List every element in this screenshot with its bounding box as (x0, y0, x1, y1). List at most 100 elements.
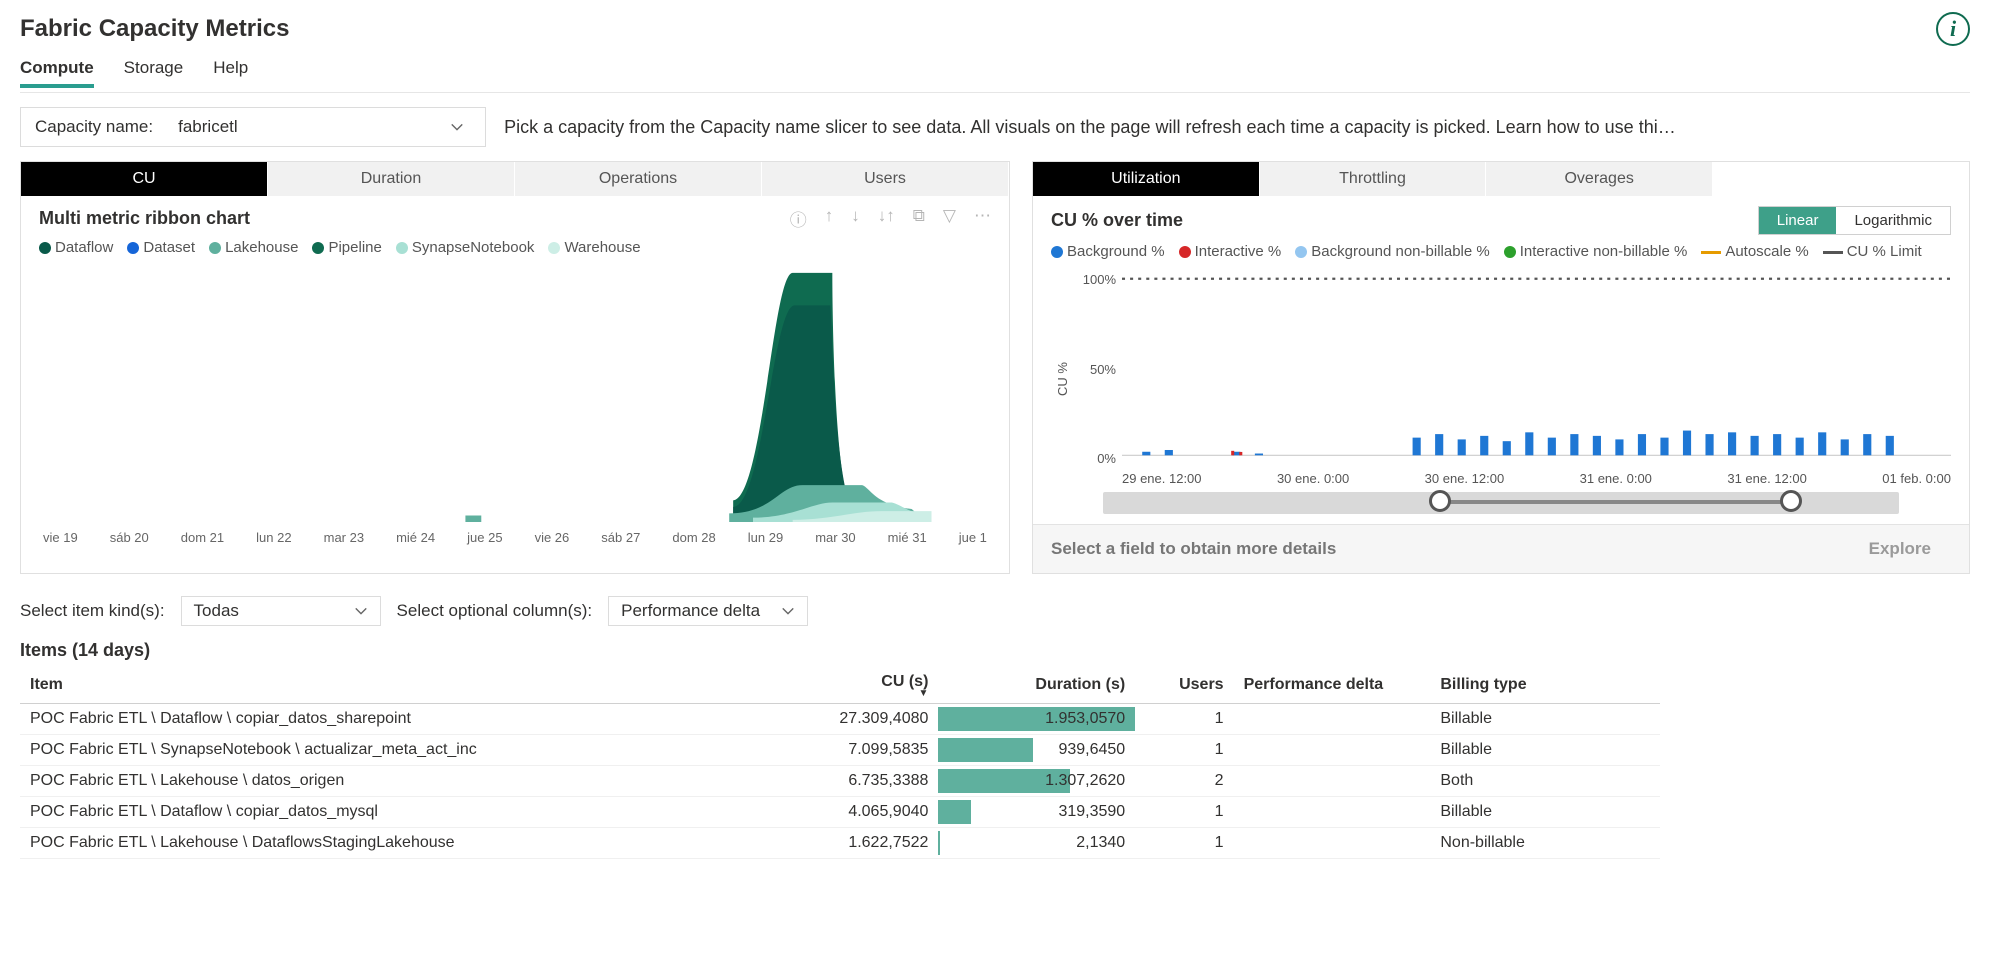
cell-billing: Billable (1430, 704, 1660, 735)
scale-toggle: Linear Logarithmic (1758, 206, 1951, 235)
arrow-up-icon[interactable]: ↑ (825, 206, 834, 231)
slicer-hint: Pick a capacity from the Capacity name s… (504, 117, 1676, 138)
scale-log[interactable]: Logarithmic (1836, 207, 1950, 234)
legend-item[interactable]: Pipeline (312, 239, 381, 256)
cell-billing: Non-billable (1430, 828, 1660, 859)
tab-users[interactable]: Users (762, 162, 1009, 196)
cell-perf (1234, 735, 1431, 766)
cell-duration: 1.307,2620 (938, 766, 1135, 797)
tab-storage[interactable]: Storage (124, 58, 184, 88)
legend-item[interactable]: Dataset (127, 239, 195, 256)
cell-cu: 7.099,5835 (774, 735, 938, 766)
tab-operations[interactable]: Operations (515, 162, 762, 196)
table-row[interactable]: POC Fabric ETL \ SynapseNotebook \ actua… (20, 735, 1660, 766)
time-range-slider[interactable] (1103, 492, 1899, 514)
chevron-down-icon (354, 604, 368, 618)
tab-duration[interactable]: Duration (268, 162, 515, 196)
item-kind-label: Select item kind(s): (20, 601, 165, 621)
col-item[interactable]: Item (20, 667, 774, 704)
col-duration[interactable]: Duration (s) (938, 667, 1135, 704)
cell-duration: 319,3590 (938, 797, 1135, 828)
capacity-slicer: Capacity name: fabricetl (20, 107, 486, 147)
cell-cu: 1.622,7522 (774, 828, 938, 859)
col-billing[interactable]: Billing type (1430, 667, 1660, 704)
capacity-label: Capacity name: (35, 117, 153, 137)
ribbon-chart-title: Multi metric ribbon chart (39, 208, 250, 229)
cell-duration: 939,6450 (938, 735, 1135, 766)
cu-legend: Background % Interactive % Background non-… (1033, 239, 1969, 266)
copy-icon[interactable]: ⧉ (913, 206, 925, 231)
cell-billing: Both (1430, 766, 1660, 797)
cu-yticks: 100%50%0% (1070, 272, 1116, 466)
legend-item[interactable]: SynapseNotebook (396, 239, 535, 256)
legend-item[interactable]: Background non-billable % (1295, 243, 1489, 260)
cu-yaxis-label: CU % (1051, 272, 1070, 486)
cell-cu: 4.065,9040 (774, 797, 938, 828)
scale-linear[interactable]: Linear (1759, 207, 1837, 234)
items-table: Item CU (s)▼ Duration (s) Users Performa… (20, 667, 1660, 859)
primary-tabs: Compute Storage Help (20, 58, 1970, 88)
cu-xaxis: 29 ene. 12:0030 ene. 0:0030 ene. 12:0031… (1122, 471, 1951, 486)
slider-handle-end[interactable] (1780, 490, 1802, 512)
tab-compute[interactable]: Compute (20, 58, 94, 88)
sort-icon[interactable]: ↓↑ (878, 206, 895, 231)
legend-item[interactable]: Background % (1051, 243, 1165, 260)
cell-users: 1 (1135, 704, 1233, 735)
cell-item: POC Fabric ETL \ Lakehouse \ DataflowsSt… (20, 828, 774, 859)
tab-help[interactable]: Help (213, 58, 248, 88)
legend-item[interactable]: CU % Limit (1823, 243, 1922, 260)
cu-chart-title: CU % over time (1051, 210, 1183, 231)
cell-users: 2 (1135, 766, 1233, 797)
explore-button[interactable]: Explore (1849, 535, 1951, 563)
table-row[interactable]: POC Fabric ETL \ Lakehouse \ DataflowsSt… (20, 828, 1660, 859)
info-icon[interactable]: i (1936, 12, 1970, 46)
ribbon-xaxis: vie 19sáb 20dom 21lun 22mar 23mié 24jue … (21, 528, 1009, 557)
legend-item[interactable]: Dataflow (39, 239, 113, 256)
cell-item: POC Fabric ETL \ SynapseNotebook \ actua… (20, 735, 774, 766)
ribbon-legend: Dataflow Dataset Lakehouse Pipeline SynapseN… (21, 235, 1009, 262)
cell-billing: Billable (1430, 797, 1660, 828)
legend-item[interactable]: Warehouse (548, 239, 640, 256)
legend-item[interactable]: Interactive % (1179, 243, 1282, 260)
table-row[interactable]: POC Fabric ETL \ Dataflow \ copiar_datos… (20, 797, 1660, 828)
col-perf[interactable]: Performance delta (1234, 667, 1431, 704)
cell-perf (1234, 704, 1431, 735)
cell-billing: Billable (1430, 735, 1660, 766)
legend-item[interactable]: Interactive non-billable % (1504, 243, 1688, 260)
cell-duration: 2,1340 (938, 828, 1135, 859)
cu-chart[interactable]: CU % 100%50%0% 29 en (1033, 266, 1969, 486)
table-row[interactable]: POC Fabric ETL \ Dataflow \ copiar_datos… (20, 704, 1660, 735)
filter-icon[interactable]: ▽ (943, 206, 956, 231)
table-row[interactable]: POC Fabric ETL \ Lakehouse \ datos_orige… (20, 766, 1660, 797)
info-icon[interactable]: ⓘ (790, 206, 807, 231)
item-kind-dropdown[interactable]: Todas (181, 596, 381, 626)
legend-item[interactable]: Lakehouse (209, 239, 298, 256)
left-metric-tabs: CU Duration Operations Users (21, 162, 1009, 196)
col-users[interactable]: Users (1135, 667, 1233, 704)
tab-cu[interactable]: CU (21, 162, 268, 196)
cell-users: 1 (1135, 797, 1233, 828)
cell-perf (1234, 766, 1431, 797)
capacity-dropdown[interactable]: fabricetl (171, 114, 471, 140)
cell-cu: 6.735,3388 (774, 766, 938, 797)
optional-cols-dropdown[interactable]: Performance delta (608, 596, 808, 626)
cell-cu: 27.309,4080 (774, 704, 938, 735)
ribbon-chart[interactable] (39, 262, 991, 522)
col-cu[interactable]: CU (s)▼ (774, 667, 938, 704)
cell-perf (1234, 797, 1431, 828)
capacity-value: fabricetl (178, 117, 238, 137)
arrow-down-icon[interactable]: ↓ (851, 206, 860, 231)
cell-duration: 1.953,0570 (938, 704, 1135, 735)
tab-overages[interactable]: Overages (1486, 162, 1713, 196)
slider-handle-start[interactable] (1429, 490, 1451, 512)
cell-item: POC Fabric ETL \ Lakehouse \ datos_orige… (20, 766, 774, 797)
cell-item: POC Fabric ETL \ Dataflow \ copiar_datos… (20, 704, 774, 735)
tab-utilization[interactable]: Utilization (1033, 162, 1260, 196)
legend-item[interactable]: Autoscale % (1701, 243, 1808, 260)
cell-users: 1 (1135, 735, 1233, 766)
right-metric-tabs: Utilization Throttling Overages (1033, 162, 1713, 196)
cell-item: POC Fabric ETL \ Dataflow \ copiar_datos… (20, 797, 774, 828)
tab-throttling[interactable]: Throttling (1260, 162, 1487, 196)
more-icon[interactable]: ⋯ (974, 206, 991, 231)
items-title: Items (14 days) (20, 640, 1970, 661)
